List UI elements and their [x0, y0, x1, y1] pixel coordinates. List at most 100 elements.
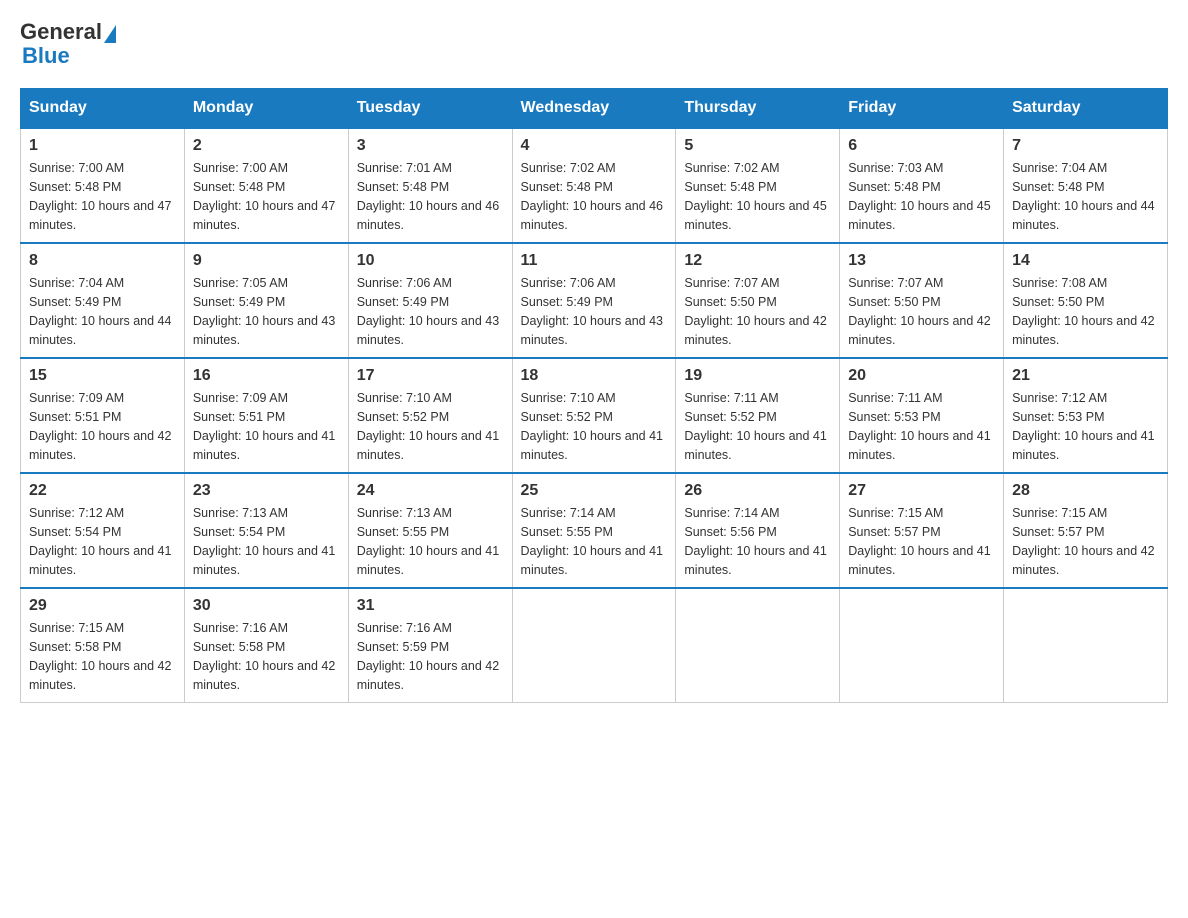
- day-number: 30: [193, 597, 340, 615]
- day-cell-21: 21 Sunrise: 7:12 AM Sunset: 5:53 PM Dayl…: [1004, 358, 1168, 473]
- weekday-header-tuesday: Tuesday: [348, 89, 512, 129]
- day-number: 7: [1012, 137, 1159, 155]
- empty-cell: [512, 588, 676, 703]
- day-info: Sunrise: 7:05 AM Sunset: 5:49 PM Dayligh…: [193, 274, 340, 349]
- day-info: Sunrise: 7:00 AM Sunset: 5:48 PM Dayligh…: [193, 159, 340, 234]
- day-cell-28: 28 Sunrise: 7:15 AM Sunset: 5:57 PM Dayl…: [1004, 473, 1168, 588]
- day-info: Sunrise: 7:10 AM Sunset: 5:52 PM Dayligh…: [357, 389, 504, 464]
- day-cell-5: 5 Sunrise: 7:02 AM Sunset: 5:48 PM Dayli…: [676, 128, 840, 243]
- day-number: 1: [29, 137, 176, 155]
- weekday-header-monday: Monday: [184, 89, 348, 129]
- day-number: 11: [521, 252, 668, 270]
- day-cell-24: 24 Sunrise: 7:13 AM Sunset: 5:55 PM Dayl…: [348, 473, 512, 588]
- day-number: 23: [193, 482, 340, 500]
- empty-cell: [676, 588, 840, 703]
- day-cell-9: 9 Sunrise: 7:05 AM Sunset: 5:49 PM Dayli…: [184, 243, 348, 358]
- day-info: Sunrise: 7:04 AM Sunset: 5:48 PM Dayligh…: [1012, 159, 1159, 234]
- day-number: 26: [684, 482, 831, 500]
- day-number: 14: [1012, 252, 1159, 270]
- day-cell-16: 16 Sunrise: 7:09 AM Sunset: 5:51 PM Dayl…: [184, 358, 348, 473]
- day-number: 21: [1012, 367, 1159, 385]
- week-row-4: 22 Sunrise: 7:12 AM Sunset: 5:54 PM Dayl…: [21, 473, 1168, 588]
- empty-cell: [840, 588, 1004, 703]
- day-number: 19: [684, 367, 831, 385]
- empty-cell: [1004, 588, 1168, 703]
- day-cell-2: 2 Sunrise: 7:00 AM Sunset: 5:48 PM Dayli…: [184, 128, 348, 243]
- day-number: 15: [29, 367, 176, 385]
- day-info: Sunrise: 7:07 AM Sunset: 5:50 PM Dayligh…: [684, 274, 831, 349]
- day-number: 6: [848, 137, 995, 155]
- day-info: Sunrise: 7:09 AM Sunset: 5:51 PM Dayligh…: [193, 389, 340, 464]
- calendar-table: SundayMondayTuesdayWednesdayThursdayFrid…: [20, 88, 1168, 703]
- weekday-header-sunday: Sunday: [21, 89, 185, 129]
- day-info: Sunrise: 7:06 AM Sunset: 5:49 PM Dayligh…: [357, 274, 504, 349]
- day-number: 28: [1012, 482, 1159, 500]
- day-info: Sunrise: 7:15 AM Sunset: 5:58 PM Dayligh…: [29, 619, 176, 694]
- day-cell-3: 3 Sunrise: 7:01 AM Sunset: 5:48 PM Dayli…: [348, 128, 512, 243]
- day-number: 25: [521, 482, 668, 500]
- page-header: General Blue: [20, 20, 1168, 68]
- day-number: 27: [848, 482, 995, 500]
- logo: General Blue: [20, 20, 116, 68]
- day-info: Sunrise: 7:06 AM Sunset: 5:49 PM Dayligh…: [521, 274, 668, 349]
- day-number: 12: [684, 252, 831, 270]
- day-cell-26: 26 Sunrise: 7:14 AM Sunset: 5:56 PM Dayl…: [676, 473, 840, 588]
- day-cell-17: 17 Sunrise: 7:10 AM Sunset: 5:52 PM Dayl…: [348, 358, 512, 473]
- day-cell-18: 18 Sunrise: 7:10 AM Sunset: 5:52 PM Dayl…: [512, 358, 676, 473]
- day-info: Sunrise: 7:10 AM Sunset: 5:52 PM Dayligh…: [521, 389, 668, 464]
- day-cell-15: 15 Sunrise: 7:09 AM Sunset: 5:51 PM Dayl…: [21, 358, 185, 473]
- day-info: Sunrise: 7:00 AM Sunset: 5:48 PM Dayligh…: [29, 159, 176, 234]
- week-row-3: 15 Sunrise: 7:09 AM Sunset: 5:51 PM Dayl…: [21, 358, 1168, 473]
- day-number: 31: [357, 597, 504, 615]
- week-row-1: 1 Sunrise: 7:00 AM Sunset: 5:48 PM Dayli…: [21, 128, 1168, 243]
- day-number: 17: [357, 367, 504, 385]
- day-cell-8: 8 Sunrise: 7:04 AM Sunset: 5:49 PM Dayli…: [21, 243, 185, 358]
- logo-text-blue: Blue: [22, 44, 70, 68]
- day-number: 13: [848, 252, 995, 270]
- day-info: Sunrise: 7:14 AM Sunset: 5:56 PM Dayligh…: [684, 504, 831, 579]
- logo-text-general: General: [20, 20, 102, 44]
- day-number: 3: [357, 137, 504, 155]
- day-number: 8: [29, 252, 176, 270]
- weekday-header-wednesday: Wednesday: [512, 89, 676, 129]
- day-cell-27: 27 Sunrise: 7:15 AM Sunset: 5:57 PM Dayl…: [840, 473, 1004, 588]
- day-cell-7: 7 Sunrise: 7:04 AM Sunset: 5:48 PM Dayli…: [1004, 128, 1168, 243]
- day-info: Sunrise: 7:11 AM Sunset: 5:52 PM Dayligh…: [684, 389, 831, 464]
- day-cell-19: 19 Sunrise: 7:11 AM Sunset: 5:52 PM Dayl…: [676, 358, 840, 473]
- day-number: 10: [357, 252, 504, 270]
- day-info: Sunrise: 7:12 AM Sunset: 5:54 PM Dayligh…: [29, 504, 176, 579]
- day-info: Sunrise: 7:13 AM Sunset: 5:54 PM Dayligh…: [193, 504, 340, 579]
- day-info: Sunrise: 7:16 AM Sunset: 5:59 PM Dayligh…: [357, 619, 504, 694]
- day-info: Sunrise: 7:01 AM Sunset: 5:48 PM Dayligh…: [357, 159, 504, 234]
- day-cell-14: 14 Sunrise: 7:08 AM Sunset: 5:50 PM Dayl…: [1004, 243, 1168, 358]
- day-number: 5: [684, 137, 831, 155]
- day-number: 18: [521, 367, 668, 385]
- day-info: Sunrise: 7:16 AM Sunset: 5:58 PM Dayligh…: [193, 619, 340, 694]
- day-info: Sunrise: 7:12 AM Sunset: 5:53 PM Dayligh…: [1012, 389, 1159, 464]
- day-info: Sunrise: 7:13 AM Sunset: 5:55 PM Dayligh…: [357, 504, 504, 579]
- weekday-header-thursday: Thursday: [676, 89, 840, 129]
- day-number: 4: [521, 137, 668, 155]
- day-cell-30: 30 Sunrise: 7:16 AM Sunset: 5:58 PM Dayl…: [184, 588, 348, 703]
- weekday-header-row: SundayMondayTuesdayWednesdayThursdayFrid…: [21, 89, 1168, 129]
- day-info: Sunrise: 7:11 AM Sunset: 5:53 PM Dayligh…: [848, 389, 995, 464]
- weekday-header-saturday: Saturday: [1004, 89, 1168, 129]
- day-number: 2: [193, 137, 340, 155]
- day-number: 24: [357, 482, 504, 500]
- day-cell-25: 25 Sunrise: 7:14 AM Sunset: 5:55 PM Dayl…: [512, 473, 676, 588]
- day-number: 9: [193, 252, 340, 270]
- day-cell-4: 4 Sunrise: 7:02 AM Sunset: 5:48 PM Dayli…: [512, 128, 676, 243]
- day-info: Sunrise: 7:08 AM Sunset: 5:50 PM Dayligh…: [1012, 274, 1159, 349]
- week-row-5: 29 Sunrise: 7:15 AM Sunset: 5:58 PM Dayl…: [21, 588, 1168, 703]
- day-cell-13: 13 Sunrise: 7:07 AM Sunset: 5:50 PM Dayl…: [840, 243, 1004, 358]
- day-number: 16: [193, 367, 340, 385]
- day-cell-22: 22 Sunrise: 7:12 AM Sunset: 5:54 PM Dayl…: [21, 473, 185, 588]
- day-info: Sunrise: 7:02 AM Sunset: 5:48 PM Dayligh…: [684, 159, 831, 234]
- day-info: Sunrise: 7:07 AM Sunset: 5:50 PM Dayligh…: [848, 274, 995, 349]
- day-cell-23: 23 Sunrise: 7:13 AM Sunset: 5:54 PM Dayl…: [184, 473, 348, 588]
- day-cell-1: 1 Sunrise: 7:00 AM Sunset: 5:48 PM Dayli…: [21, 128, 185, 243]
- day-info: Sunrise: 7:04 AM Sunset: 5:49 PM Dayligh…: [29, 274, 176, 349]
- day-number: 20: [848, 367, 995, 385]
- day-info: Sunrise: 7:02 AM Sunset: 5:48 PM Dayligh…: [521, 159, 668, 234]
- day-cell-31: 31 Sunrise: 7:16 AM Sunset: 5:59 PM Dayl…: [348, 588, 512, 703]
